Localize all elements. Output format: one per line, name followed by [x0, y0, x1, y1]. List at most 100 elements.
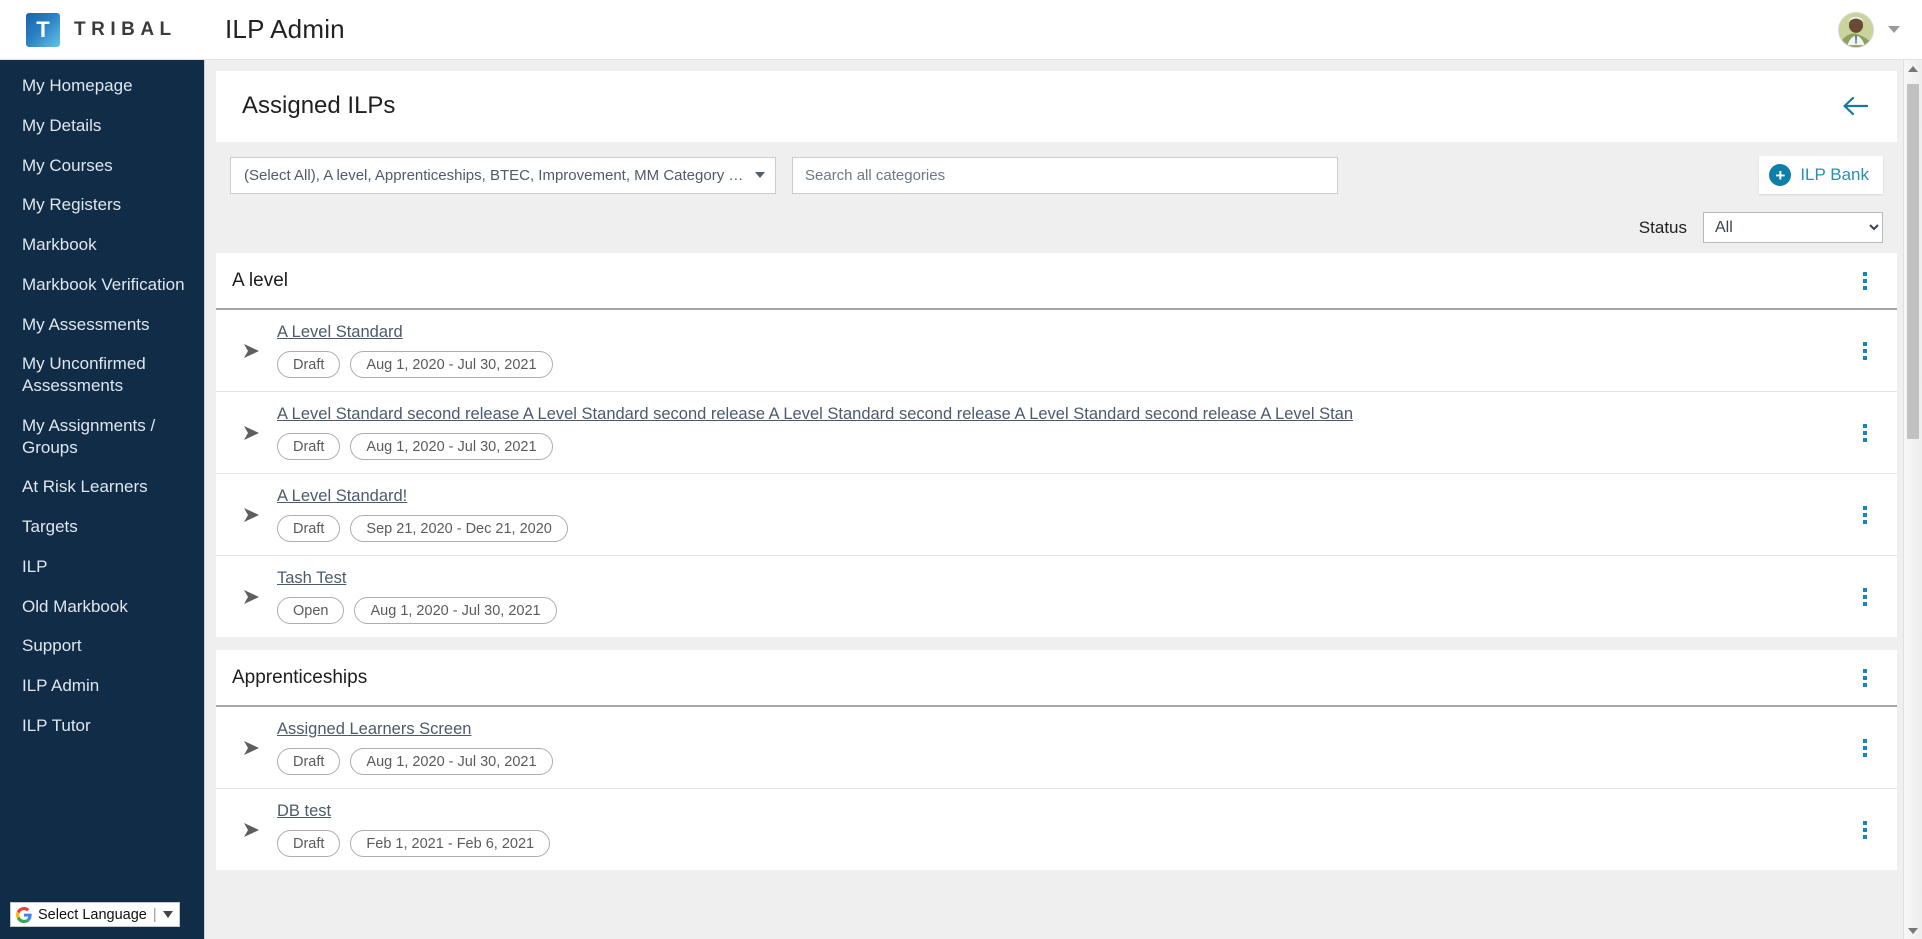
status-badge: Draft [277, 515, 341, 542]
sidebar-item-markbook-verification[interactable]: Markbook Verification [0, 265, 204, 305]
ilp-title-link[interactable]: A Level Standard second release A Level … [277, 405, 1857, 424]
ilp-row: A Level Standard Draft Aug 1, 2020 - Jul 3… [216, 310, 1897, 392]
ilp-title-link[interactable]: Assigned Learners Screen [277, 720, 1857, 739]
search-input[interactable] [792, 156, 1338, 194]
ilp-row: Assigned Learners Screen Draft Aug 1, 2020… [216, 707, 1897, 789]
vertical-scrollbar[interactable] [1903, 60, 1922, 939]
ilp-row-body: DB test Draft Feb 1, 2021 - Feb 6, 2021 [272, 789, 1857, 870]
date-range-badge: Aug 1, 2020 - Jul 30, 2021 [350, 748, 553, 775]
expand-arrow-icon[interactable] [232, 423, 272, 443]
body-wrapper: My Homepage My Details My Courses My Regist… [0, 60, 1922, 939]
ilp-bank-label: ILP Bank [1800, 165, 1869, 184]
brand-name: TRIBAL [74, 18, 177, 40]
expand-arrow-icon[interactable] [232, 505, 272, 525]
row-more-options-icon[interactable] [1857, 338, 1873, 364]
group-more-options-icon[interactable] [1857, 665, 1873, 691]
sidebar-item-my-assignments-groups[interactable]: My Assignments / Groups [0, 406, 204, 468]
ilp-group: Apprenticeships Assigned Learners Screen D… [216, 650, 1897, 870]
expand-arrow-icon[interactable] [232, 820, 272, 840]
ilp-row: DB test Draft Feb 1, 2021 - Feb 6, 2021 [216, 789, 1897, 870]
scroll-down-button[interactable] [1904, 922, 1922, 939]
select-language-label: Select Language [38, 906, 147, 923]
expand-arrow-icon[interactable] [232, 341, 272, 361]
scrollbar-thumb[interactable] [1907, 84, 1919, 439]
sidebar-item-ilp[interactable]: ILP [0, 547, 204, 587]
page-header-card: Assigned ILPs [216, 71, 1897, 142]
ilp-title-link[interactable]: A Level Standard! [277, 487, 1857, 506]
category-multiselect[interactable]: (Select All), A level, Apprenticeships, … [230, 156, 776, 194]
ilp-group-header: Apprenticeships [216, 650, 1897, 707]
sidebar-item-old-markbook[interactable]: Old Markbook [0, 587, 204, 627]
scroll-up-button[interactable] [1904, 60, 1922, 77]
brand[interactable]: T TRIBAL [0, 12, 205, 47]
ilp-group-title: A level [232, 270, 288, 291]
triangle-up-icon [1908, 65, 1918, 72]
sidebar-item-my-homepage[interactable]: My Homepage [0, 66, 204, 106]
ilp-row-body: A Level Standard Draft Aug 1, 2020 - Jul 3… [272, 310, 1857, 391]
sidebar-item-ilp-admin[interactable]: ILP Admin [0, 666, 204, 706]
ilp-row-badges: Open Aug 1, 2020 - Jul 30, 2021 [277, 597, 1857, 624]
main-inner: Assigned ILPs (Select All), A level, App… [205, 71, 1922, 870]
status-label: Status [1638, 217, 1687, 237]
ilp-row-badges: Draft Aug 1, 2020 - Jul 30, 2021 [277, 351, 1857, 378]
status-badge: Open [277, 597, 345, 624]
status-badge: Draft [277, 748, 341, 775]
status-filter-row: Status All [216, 212, 1897, 243]
top-bar: T TRIBAL ILP Admin [0, 0, 1922, 60]
ilp-row-badges: Draft Aug 1, 2020 - Jul 30, 2021 [277, 748, 1857, 775]
ilp-title-link[interactable]: Tash Test [277, 569, 1857, 588]
ilp-title-link[interactable]: A Level Standard [277, 323, 1857, 342]
back-arrow-icon[interactable] [1841, 95, 1871, 117]
chevron-down-icon [755, 172, 765, 178]
ilp-row-body: A Level Standard! Draft Sep 21, 2020 - Dec… [272, 474, 1857, 555]
row-more-options-icon[interactable] [1857, 502, 1873, 528]
select-language-separator: | [152, 906, 157, 923]
avatar[interactable] [1838, 11, 1874, 48]
ilp-groups-list: A level A Level Standard Draft Aug 1, 2020 … [216, 253, 1897, 870]
sidebar-item-ilp-tutor[interactable]: ILP Tutor [0, 706, 204, 746]
sidebar-item-markbook[interactable]: Markbook [0, 225, 204, 265]
category-multiselect-value: (Select All), A level, Apprenticeships, … [244, 166, 747, 184]
ilp-row: Tash Test Open Aug 1, 2020 - Jul 30, 2021 [216, 556, 1897, 637]
filter-row: (Select All), A level, Apprenticeships, … [216, 156, 1897, 194]
row-more-options-icon[interactable] [1857, 817, 1873, 843]
ilp-row-badges: Draft Aug 1, 2020 - Jul 30, 2021 [277, 433, 1857, 460]
chevron-down-icon[interactable] [162, 911, 173, 918]
expand-arrow-icon[interactable] [232, 738, 272, 758]
status-badge: Draft [277, 830, 341, 857]
sidebar-item-my-unconfirmed-assessments[interactable]: My Unconfirmed Assessments [0, 344, 204, 406]
date-range-badge: Aug 1, 2020 - Jul 30, 2021 [350, 351, 553, 378]
status-select[interactable]: All [1703, 212, 1883, 243]
row-more-options-icon[interactable] [1857, 584, 1873, 610]
status-badge: Draft [277, 351, 341, 378]
main-content: Assigned ILPs (Select All), A level, App… [205, 60, 1922, 939]
sidebar-item-my-registers[interactable]: My Registers [0, 185, 204, 225]
group-more-options-icon[interactable] [1857, 268, 1873, 294]
status-badge: Draft [277, 433, 341, 460]
row-more-options-icon[interactable] [1857, 420, 1873, 446]
ilp-group-title: Apprenticeships [232, 667, 368, 688]
sidebar-item-my-details[interactable]: My Details [0, 106, 204, 146]
row-more-options-icon[interactable] [1857, 735, 1873, 761]
date-range-badge: Feb 1, 2021 - Feb 6, 2021 [350, 830, 551, 857]
sidebar-item-my-courses[interactable]: My Courses [0, 146, 204, 186]
sidebar-item-my-assessments[interactable]: My Assessments [0, 305, 204, 345]
date-range-badge: Aug 1, 2020 - Jul 30, 2021 [350, 433, 553, 460]
sidebar-item-targets[interactable]: Targets [0, 507, 204, 547]
ilp-row-badges: Draft Sep 21, 2020 - Dec 21, 2020 [277, 515, 1857, 542]
tribal-logo-icon: T [26, 12, 60, 47]
ilp-group: A level A Level Standard Draft Aug 1, 2020 … [216, 253, 1897, 637]
sidebar-item-support[interactable]: Support [0, 626, 204, 666]
sidebar: My Homepage My Details My Courses My Regist… [0, 60, 205, 939]
ilp-bank-button[interactable]: + ILP Bank [1759, 156, 1883, 194]
triangle-down-icon [1908, 927, 1918, 934]
expand-arrow-icon[interactable] [232, 587, 272, 607]
select-language-widget[interactable]: Select Language | [10, 902, 180, 927]
ilp-row-body: A Level Standard second release A Level … [272, 392, 1857, 473]
application-root: T TRIBAL ILP Admin My Homepage My Details… [0, 0, 1922, 939]
ilp-group-header: A level [216, 253, 1897, 310]
ilp-title-link[interactable]: DB test [277, 802, 1857, 821]
google-icon [16, 906, 32, 923]
user-menu-caret-icon[interactable] [1888, 26, 1900, 33]
sidebar-item-at-risk-learners[interactable]: At Risk Learners [0, 467, 204, 507]
